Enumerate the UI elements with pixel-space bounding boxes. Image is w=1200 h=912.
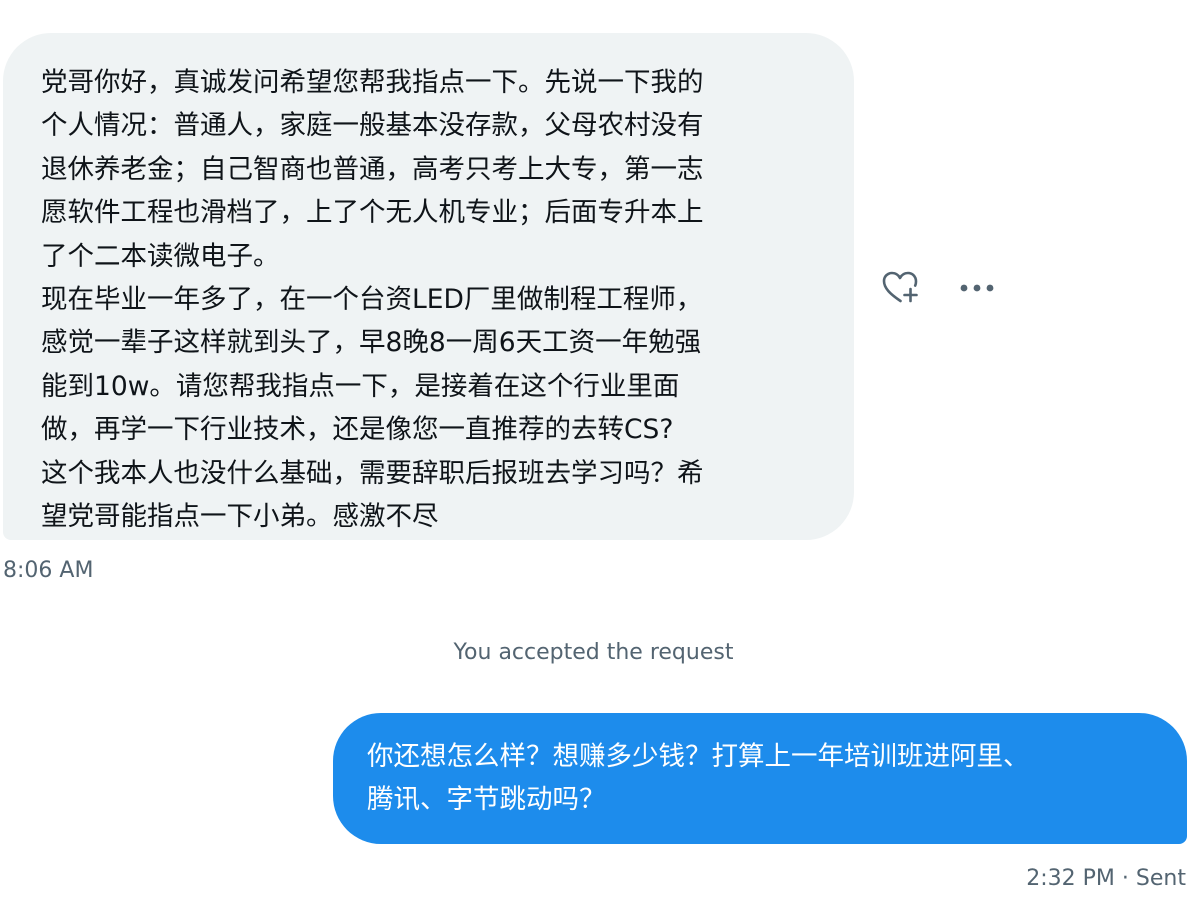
outgoing-message-line: 你还想怎么样？想赚多少钱？打算上一年培训班进阿里、 (367, 741, 1030, 772)
incoming-message-bubble[interactable]: 党哥你好，真诚发问希望您帮我指点一下。先说一下我的 个人情况：普通人，家庭一般基… (3, 33, 854, 540)
incoming-message-line: 退休养老金；自己智商也普通，高考只考上大专，第一志 (41, 153, 704, 185)
heart-plus-icon[interactable] (878, 268, 922, 308)
incoming-message-line: 感觉一辈子这样就到头了，早8晚8一周6天工资一年勉强 (41, 327, 702, 359)
incoming-message-line: 能到10w。请您帮我指点一下，是接着在这个行业里面 (41, 370, 680, 402)
incoming-message-line: 做，再学一下行业技术，还是像您一直推荐的去转CS? (41, 414, 674, 446)
message-status: Sent (1135, 866, 1186, 891)
more-horizontal-icon[interactable] (955, 268, 999, 308)
meta-separator: · (1121, 866, 1129, 891)
incoming-message-timestamp: 8:06 AM (3, 558, 94, 583)
message-actions (878, 268, 999, 308)
incoming-message-line: 个人情况：普通人，家庭一般基本没存款，父母农村没有 (41, 110, 704, 142)
incoming-message-line: 望党哥能指点一下小弟。感激不尽 (41, 501, 439, 533)
incoming-message-line: 这个我本人也没什么基础，需要辞职后报班去学习吗？希 (41, 457, 704, 489)
incoming-message-line: 愿软件工程也滑档了，上了个无人机专业；后面专升本上 (41, 197, 704, 229)
outgoing-message-timestamp: 2:32 PM (1026, 866, 1115, 891)
incoming-message-line: 党哥你好，真诚发问希望您帮我指点一下。先说一下我的 (41, 67, 704, 98)
outgoing-message-line: 腾讯、字节跳动吗？ (367, 784, 606, 815)
incoming-message-line: 了个二本读微电子。 (41, 240, 280, 272)
incoming-message-line: 现在毕业一年多了，在一个台资LED厂里做制程工程师， (41, 284, 703, 316)
request-accepted-note: You accepted the request (453, 640, 734, 665)
outgoing-message-meta: 2:32 PM · Sent (1026, 864, 1186, 894)
outgoing-message-bubble[interactable]: 你还想怎么样？想赚多少钱？打算上一年培训班进阿里、 腾讯、字节跳动吗？ (333, 713, 1187, 844)
